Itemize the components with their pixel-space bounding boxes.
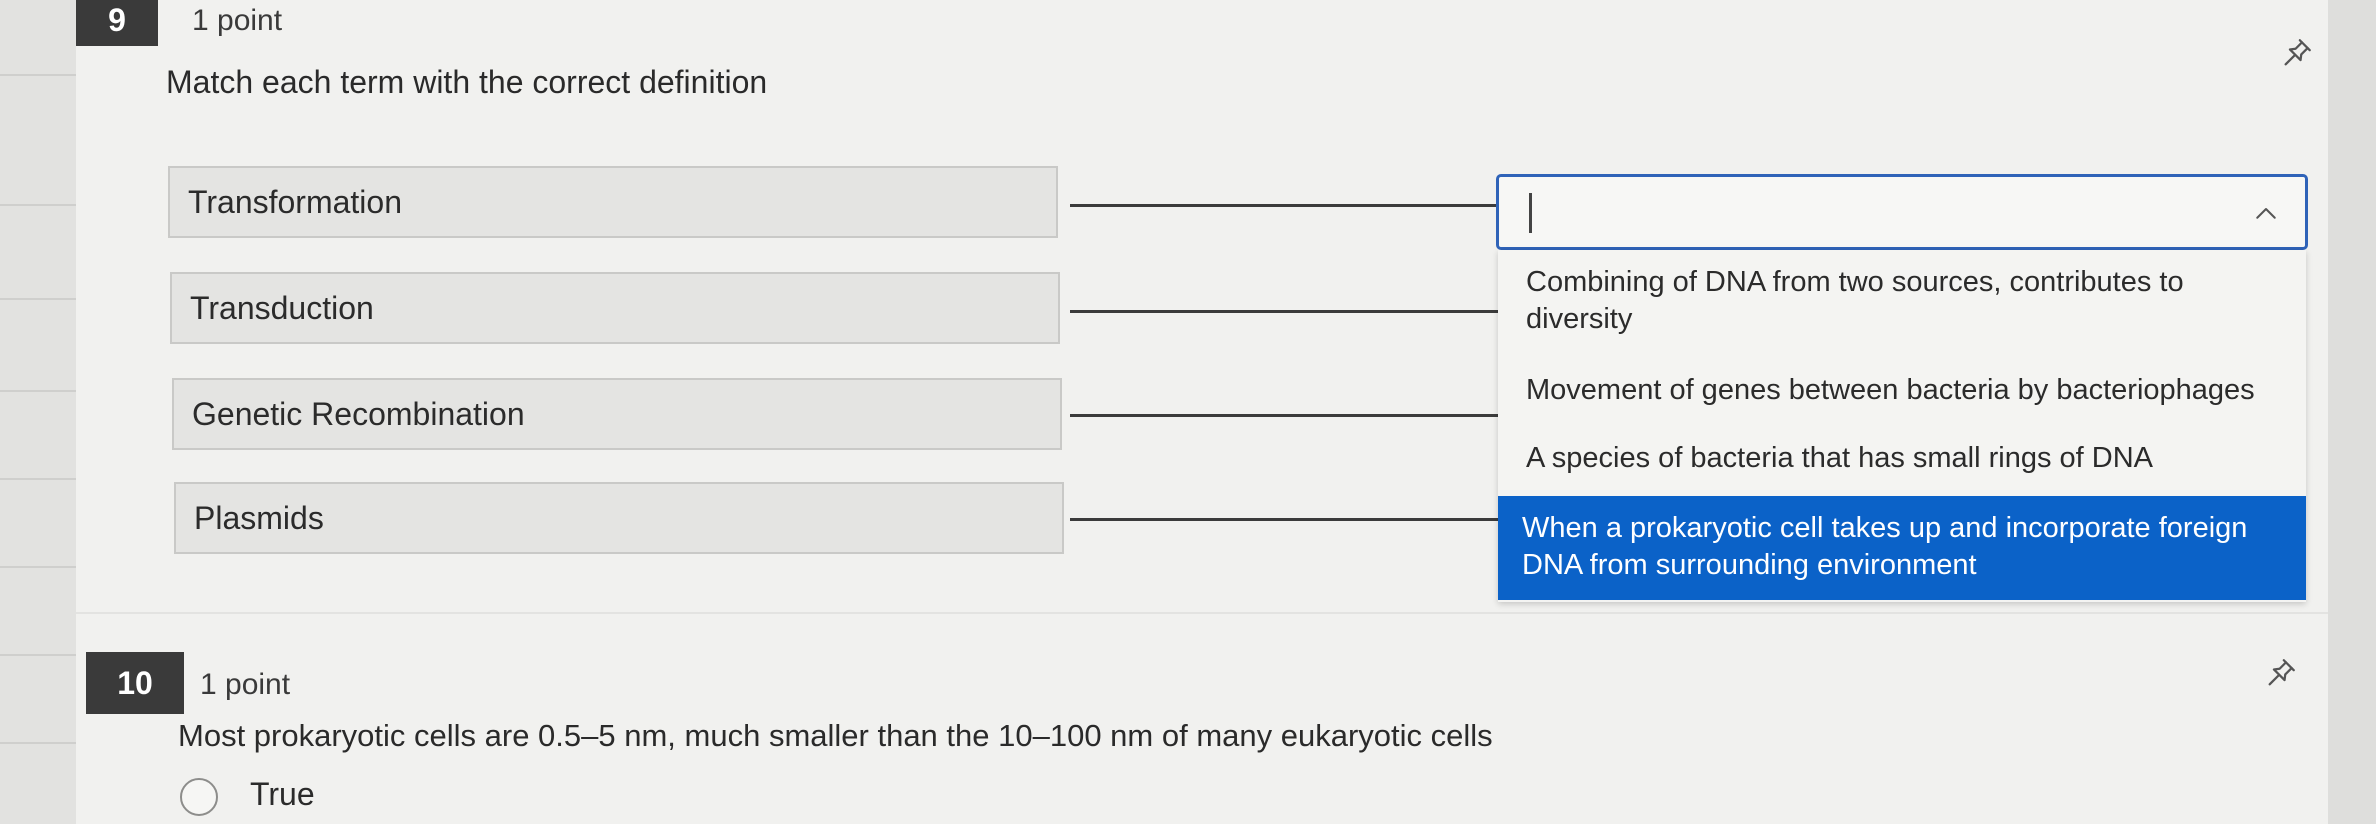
match-connector-line [1070, 310, 1498, 313]
term-transformation: Transformation [168, 166, 1058, 238]
definition-option[interactable]: A species of bacteria that has small rin… [1498, 440, 2306, 482]
term-label: Transformation [188, 184, 402, 220]
pin-icon[interactable] [2280, 36, 2314, 70]
term-transduction: Transduction [170, 272, 1060, 344]
definition-option[interactable]: Combining of DNA from two sources, contr… [1498, 264, 2306, 348]
radio-button-icon[interactable] [180, 778, 218, 816]
margin-rule [0, 566, 76, 568]
margin-rule [0, 390, 76, 392]
definition-dropdown-list: Combining of DNA from two sources, contr… [1498, 250, 2306, 602]
term-label: Plasmids [194, 500, 324, 536]
match-connector-line [1070, 414, 1498, 417]
definition-option[interactable]: Movement of genes between bacteria by ba… [1498, 372, 2306, 414]
page-edge [2328, 0, 2376, 824]
margin-rule [0, 298, 76, 300]
question-prompt: Match each term with the correct definit… [166, 64, 768, 100]
margin-rule [0, 478, 76, 480]
question-points: 1 point [192, 4, 283, 37]
left-margin [0, 0, 76, 824]
term-plasmids: Plasmids [174, 482, 1064, 554]
chevron-up-icon[interactable] [2251, 199, 2281, 229]
definition-select[interactable] [1496, 174, 2308, 250]
pin-icon[interactable] [2264, 656, 2298, 690]
question-points: 1 point [200, 668, 291, 701]
answer-option-true[interactable]: True [250, 776, 315, 813]
margin-rule [0, 204, 76, 206]
term-label: Transduction [190, 290, 374, 326]
margin-rule [0, 654, 76, 656]
question-prompt: Most prokaryotic cells are 0.5–5 nm, muc… [178, 718, 1493, 753]
question-divider [76, 612, 2328, 614]
definition-option-highlighted[interactable]: When a prokaryotic cell takes up and inc… [1498, 496, 2306, 600]
margin-rule [0, 742, 76, 744]
question-number-badge: 10 [86, 652, 184, 714]
text-cursor [1529, 193, 1532, 233]
term-genetic-recombination: Genetic Recombination [172, 378, 1062, 450]
match-connector-line [1070, 518, 1498, 521]
term-label: Genetic Recombination [192, 396, 525, 432]
match-connector-line [1070, 204, 1498, 207]
margin-rule [0, 74, 76, 76]
question-number-badge: 9 [76, 0, 158, 46]
